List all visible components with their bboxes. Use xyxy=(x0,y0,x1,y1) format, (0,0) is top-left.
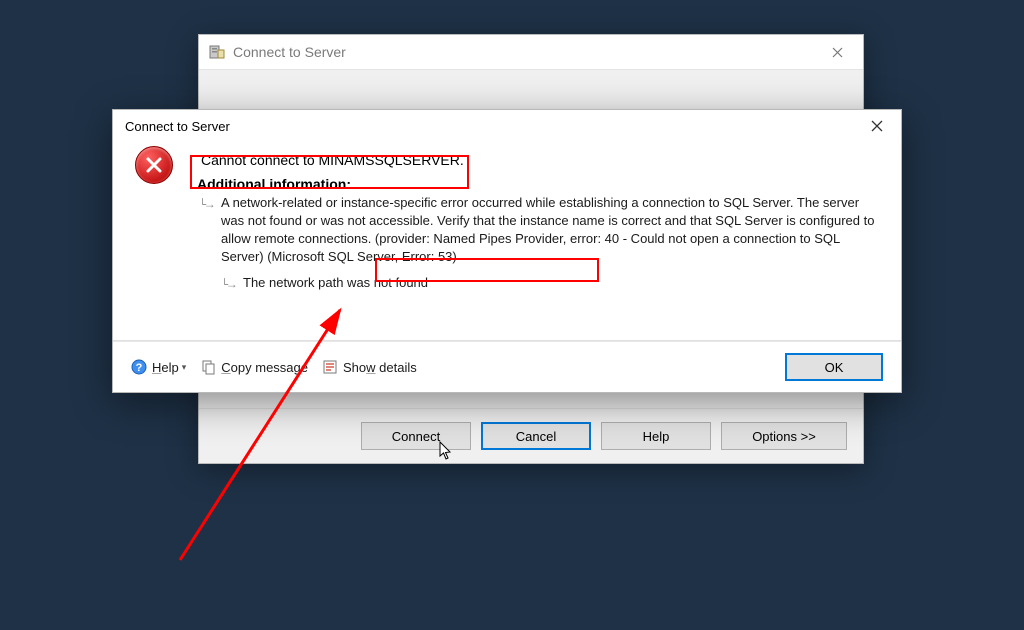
dialog-close-button[interactable] xyxy=(855,112,899,140)
bg-window-title: Connect to Server xyxy=(233,44,346,60)
help-link[interactable]: ? Help ▾ xyxy=(131,359,186,375)
error-icon xyxy=(135,146,173,184)
ok-button-label: OK xyxy=(825,360,844,375)
error-info-sub-text: The network path was not found xyxy=(243,275,428,290)
cancel-button-label: Cancel xyxy=(516,429,556,444)
error-info-main-text: A network-related or instance-specific e… xyxy=(221,195,874,264)
server-icon xyxy=(209,44,225,60)
dialog-titlebar: Connect to Server xyxy=(113,110,901,142)
help-link-label: Help xyxy=(152,360,179,375)
cancel-button[interactable]: Cancel xyxy=(481,422,591,450)
copy-icon xyxy=(200,359,216,375)
additional-info-header: Additional information: xyxy=(197,176,883,192)
dialog-body: Cannot connect to MINAMSSQLSERVER. Addit… xyxy=(113,142,901,330)
options-button[interactable]: Options >> xyxy=(721,422,847,450)
tree-branch-icon: └→ xyxy=(199,197,213,214)
error-dialog: Connect to Server Cannot connect to MINA… xyxy=(112,109,902,393)
dropdown-caret-icon: ▾ xyxy=(182,362,187,373)
bg-window-titlebar: Connect to Server xyxy=(199,35,863,70)
dialog-footer: ? Help ▾ Copy message Show details OK xyxy=(113,341,901,392)
tree-branch-icon: └→ xyxy=(221,277,235,294)
connect-button-label: Connect xyxy=(392,429,440,444)
connect-button[interactable]: Connect xyxy=(361,422,471,450)
show-details-link[interactable]: Show details xyxy=(322,359,417,375)
bg-window-button-row: Connect Cancel Help Options >> xyxy=(199,408,863,463)
bg-close-button[interactable] xyxy=(815,37,859,67)
help-icon: ? xyxy=(131,359,147,375)
error-info-main: └→ A network-related or instance-specifi… xyxy=(197,194,883,266)
error-info-sub: └→ The network path was not found xyxy=(219,274,883,292)
copy-message-link[interactable]: Copy message xyxy=(200,359,308,375)
dialog-title: Connect to Server xyxy=(125,119,855,134)
error-headline: Cannot connect to MINAMSSQLSERVER. xyxy=(197,148,468,174)
copy-message-label: Copy message xyxy=(221,360,308,375)
options-button-label: Options >> xyxy=(752,429,816,444)
details-icon xyxy=(322,359,338,375)
svg-text:?: ? xyxy=(136,362,143,374)
help-button[interactable]: Help xyxy=(601,422,711,450)
help-button-label: Help xyxy=(643,429,670,444)
ok-button[interactable]: OK xyxy=(785,353,883,381)
show-details-label: Show details xyxy=(343,360,417,375)
